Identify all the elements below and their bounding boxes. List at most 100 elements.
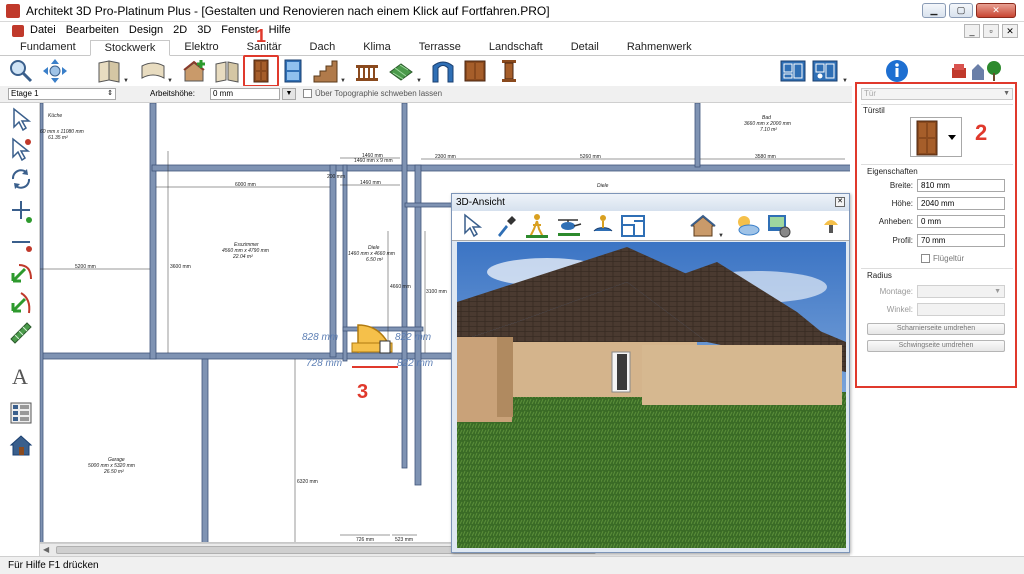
mdi-restore-button[interactable]: ▫ [983, 24, 999, 38]
tab-terrasse[interactable]: Terrasse [405, 40, 475, 56]
menu-fenster[interactable]: Fenster [221, 24, 258, 36]
window-controls: ▁ ▢ ✕ [922, 3, 1016, 18]
chevron-down-icon: ▼ [994, 288, 1001, 295]
profil-input[interactable]: 70 mm [917, 234, 1005, 247]
orbit-icon[interactable] [590, 213, 616, 239]
flip-swing-button[interactable]: Schwingseite umdrehen [867, 340, 1005, 352]
ribbon-tabs: Fundament Stockwerk Elektro Sanitär Dach… [0, 40, 1024, 56]
tab-detail[interactable]: Detail [557, 40, 613, 56]
montage-label: Montage: [879, 287, 913, 296]
svg-text:A: A [12, 364, 28, 387]
lamp-icon[interactable] [818, 213, 844, 239]
house-icon[interactable] [690, 213, 716, 239]
menu-hilfe[interactable]: Hilfe [269, 24, 291, 36]
stairs-icon[interactable] [312, 58, 338, 84]
menu-bearbeiten[interactable]: Bearbeiten [66, 24, 119, 36]
menu-design[interactable]: Design [129, 24, 163, 36]
3d-scene[interactable] [457, 242, 846, 548]
status-text: Für Hilfe F1 drücken [8, 560, 99, 571]
add-point-icon[interactable] [9, 199, 33, 223]
weather-icon[interactable] [734, 213, 760, 239]
tab-fundament[interactable]: Fundament [6, 40, 90, 56]
etage-select[interactable]: Etage 1 ⇕ [8, 88, 116, 100]
magnifier-icon[interactable] [8, 58, 34, 84]
hatch-icon[interactable] [9, 321, 33, 345]
floorplan-view-icon[interactable] [780, 58, 806, 84]
room-area: 6.50 m² [366, 257, 383, 263]
door-tool-highlight [243, 55, 279, 87]
tab-klima[interactable]: Klima [349, 40, 405, 56]
text-tool-icon[interactable]: A [9, 363, 33, 387]
close-button[interactable]: ✕ [976, 3, 1016, 18]
cabinet-icon[interactable] [462, 58, 488, 84]
winkel-input[interactable] [917, 303, 1005, 316]
3d-view-close-button[interactable]: ✕ [835, 197, 845, 207]
minimize-button[interactable]: ▁ [922, 3, 946, 18]
tab-dach[interactable]: Dach [296, 40, 350, 56]
tab-rahmenwerk[interactable]: Rahmenwerk [613, 40, 706, 56]
anheben-label: Anheben: [878, 217, 913, 226]
annotation-3: 3 [357, 381, 369, 403]
select-arrow-icon[interactable] [9, 107, 33, 131]
menu-2d[interactable]: 2D [173, 24, 187, 36]
arc-tool-icon[interactable] [9, 261, 33, 285]
fluegeltuer-option[interactable]: Flügeltür [921, 254, 964, 263]
arbeitshoehe-input[interactable]: 0 mm [210, 88, 280, 100]
anheben-input[interactable]: 0 mm [917, 215, 1005, 228]
mdi-close-button[interactable]: ✕ [1002, 24, 1018, 38]
arbeitshoehe-dropdown[interactable]: ▼ [282, 88, 296, 100]
radius-group-label: Radius [867, 271, 892, 280]
dim-label: 4660 mm [390, 284, 411, 290]
3d-view-title: 3D-Ansicht [452, 194, 849, 211]
menu-3d[interactable]: 3D [197, 24, 211, 36]
eyedropper-icon[interactable] [492, 213, 518, 239]
gallery-icon[interactable] [9, 401, 33, 425]
opening-arch-icon[interactable] [430, 58, 456, 84]
pointer-icon[interactable] [460, 213, 486, 239]
door-style-preview[interactable] [910, 117, 962, 157]
flip-hinge-button[interactable]: Scharnierseite umdrehen [867, 323, 1005, 335]
dim-label: 1460 mm [360, 180, 381, 186]
add-building-icon[interactable] [182, 58, 208, 84]
floorplan-icon[interactable] [620, 213, 646, 239]
tuerstil-group-label: Türstil [863, 106, 885, 115]
walk-icon[interactable] [524, 213, 550, 239]
select-special-icon[interactable] [9, 137, 33, 161]
tab-elektro[interactable]: Elektro [170, 40, 232, 56]
floor-tile-icon[interactable] [388, 58, 414, 84]
remove-point-icon[interactable] [9, 231, 33, 255]
tab-stockwerk[interactable]: Stockwerk [89, 40, 171, 56]
floorplan-3d-icon[interactable] [812, 58, 838, 84]
arc-tool-2-icon[interactable] [9, 291, 33, 315]
menu-datei[interactable]: Datei [30, 24, 56, 36]
curved-wall-icon[interactable] [140, 58, 166, 84]
object-type-dropdown[interactable]: Tür ▼ [861, 88, 1013, 100]
settings-icon[interactable] [766, 213, 792, 239]
divider [861, 164, 1013, 165]
document-icon[interactable] [12, 25, 24, 37]
topo-checkbox[interactable] [303, 89, 312, 98]
house-library-icon[interactable] [9, 433, 33, 457]
montage-select[interactable]: ▼ [917, 285, 1005, 298]
furniture-trees-icon[interactable] [950, 58, 1002, 84]
window-icon[interactable] [280, 58, 306, 84]
tab-landschaft[interactable]: Landschaft [475, 40, 557, 56]
mdi-minimize-button[interactable]: _ [964, 24, 980, 38]
split-wall-icon[interactable] [214, 58, 240, 84]
room-area: 22.04 m² [232, 254, 253, 260]
breite-input[interactable]: 810 mm [917, 179, 1005, 192]
helicopter-icon[interactable] [556, 213, 582, 239]
hoehe-input[interactable]: 2040 mm [917, 197, 1005, 210]
door-dim: 828 mm [302, 332, 338, 343]
railing-icon[interactable] [354, 58, 380, 84]
info-icon[interactable] [884, 58, 910, 84]
pan-icon[interactable] [42, 58, 68, 84]
rotate-icon[interactable] [9, 167, 33, 191]
door-placement[interactable]: 828 mm 822 mm 728 mm 822 mm [302, 324, 433, 369]
maximize-button[interactable]: ▢ [949, 3, 973, 18]
fluegeltuer-checkbox[interactable] [921, 254, 930, 263]
scroll-left-icon[interactable]: ◀ [43, 545, 49, 554]
wall-panel-icon[interactable] [96, 58, 122, 84]
window-title: Architekt 3D Pro-Platinum Plus - [Gestal… [26, 4, 550, 18]
column-icon[interactable] [496, 58, 522, 84]
